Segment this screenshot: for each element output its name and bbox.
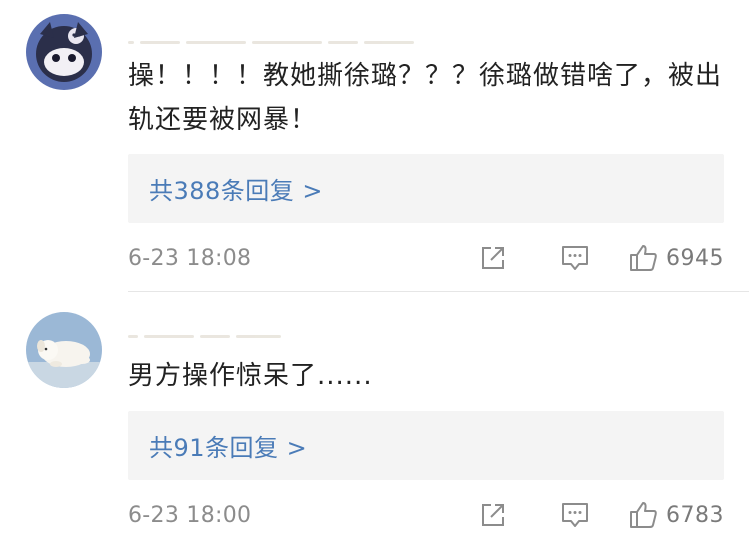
comment-icon[interactable] <box>560 243 590 273</box>
share-icon[interactable] <box>478 243 508 273</box>
comment-item: 操！！！！教她撕徐璐？？？徐璐做错啥了，被出轨还要被网暴！ 共388条回复 > … <box>0 0 749 292</box>
comment-meta: 6-23 18:08 6945 <box>128 242 724 274</box>
timestamp: 6-23 18:00 <box>128 502 252 528</box>
like-count: 6783 <box>666 502 724 528</box>
replies-label: 共388条回复 > <box>149 177 324 205</box>
replies-label: 共91条回复 > <box>149 434 308 462</box>
thumbs-up-icon <box>630 245 657 271</box>
comment-text: 男方操作惊呆了...... <box>128 361 373 391</box>
avatar[interactable] <box>26 14 102 90</box>
comment-item: 男方操作惊呆了...... 共91条回复 > 6-23 18:00 6783 <box>0 292 749 551</box>
comment-actions: 6783 <box>478 500 724 530</box>
comment-text: 操！！！！教她撕徐璐？？？徐璐做错啥了，被出轨还要被网暴！ <box>128 61 723 135</box>
comment-actions: 6945 <box>478 243 724 273</box>
thumbs-up-icon <box>630 502 657 528</box>
timestamp: 6-23 18:08 <box>128 245 252 271</box>
like-button[interactable]: 6945 <box>628 243 724 273</box>
like-button[interactable]: 6783 <box>628 500 724 530</box>
like-count: 6945 <box>666 245 724 271</box>
comment-icon[interactable] <box>560 500 590 530</box>
share-icon[interactable] <box>478 500 508 530</box>
username[interactable] <box>128 332 458 340</box>
view-replies-button[interactable]: 共91条回复 > <box>128 411 724 480</box>
username[interactable] <box>128 38 458 46</box>
view-replies-button[interactable]: 共388条回复 > <box>128 154 724 223</box>
avatar[interactable] <box>26 312 102 388</box>
comment-meta: 6-23 18:00 6783 <box>128 499 724 531</box>
